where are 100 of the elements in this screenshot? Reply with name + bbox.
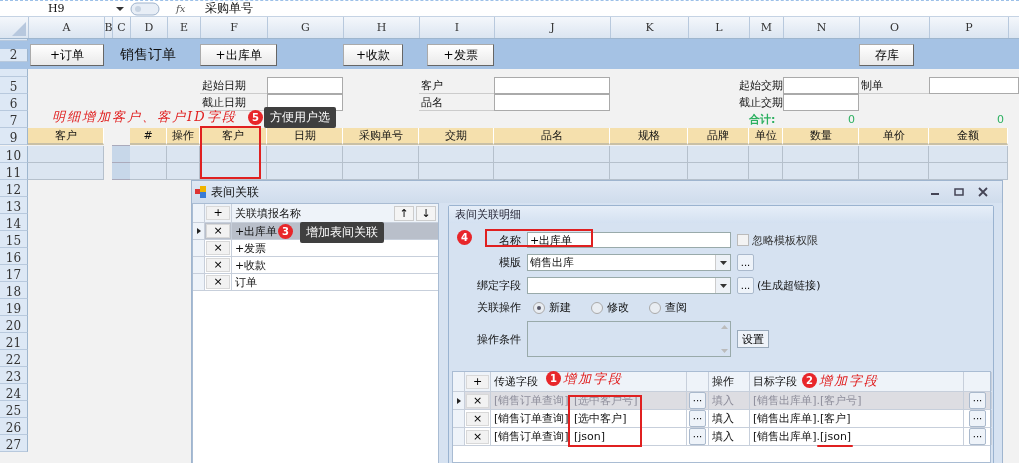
add-button[interactable]: + xyxy=(206,206,230,220)
row-number[interactable]: 7 xyxy=(0,111,28,128)
toolbar-button[interactable]: +出库单 xyxy=(200,44,277,66)
row-number[interactable]: 27 xyxy=(0,435,28,452)
field-label: 操作条件 xyxy=(477,331,521,347)
browse-button[interactable]: ··· xyxy=(689,428,706,445)
column-header[interactable]: K xyxy=(610,17,688,38)
list-item[interactable]: × +收款 xyxy=(193,257,438,274)
row-number[interactable]: 19 xyxy=(0,299,28,316)
toolbar-button[interactable]: +发票 xyxy=(427,44,494,66)
column-header[interactable]: G xyxy=(267,17,343,38)
row-number[interactable]: 22 xyxy=(0,350,28,367)
slider-knob-icon[interactable] xyxy=(130,1,160,16)
row-number[interactable]: 11 xyxy=(0,163,28,180)
field-row[interactable]: × [销售订单查询] [选中客户] ··· 填入 [销售出库单].[客户] ··· xyxy=(453,410,990,428)
row-number[interactable]: 9 xyxy=(0,128,28,145)
radio-option[interactable]: 查阅 xyxy=(649,300,687,315)
column-header[interactable]: H xyxy=(343,17,419,38)
move-up-button[interactable]: ↑ xyxy=(394,205,414,221)
formula-field[interactable]: 采购单号 xyxy=(191,0,254,17)
column-header[interactable]: A xyxy=(28,17,104,38)
row-number[interactable]: 23 xyxy=(0,367,28,384)
row-number[interactable]: 15 xyxy=(0,231,28,248)
column-heading: 交期 xyxy=(419,128,494,145)
template-dropdown[interactable]: 销售出库 xyxy=(527,254,731,271)
row-number[interactable]: 5 xyxy=(0,77,28,94)
table-cell: 填入 xyxy=(709,410,750,427)
browse-button[interactable]: ... xyxy=(737,277,754,294)
column-header[interactable]: L xyxy=(688,17,749,38)
row-number[interactable]: 20 xyxy=(0,316,28,333)
move-down-button[interactable]: ↓ xyxy=(416,205,436,221)
toolbar-button[interactable]: +收款 xyxy=(343,44,403,66)
column-header[interactable]: I xyxy=(419,17,494,38)
toolbar-button[interactable]: 存库 xyxy=(859,44,914,66)
browse-button[interactable]: ··· xyxy=(689,410,706,427)
delete-button[interactable]: × xyxy=(206,241,230,255)
row-number[interactable]: 14 xyxy=(0,214,28,231)
filter-field[interactable] xyxy=(783,77,859,94)
browse-button[interactable]: ··· xyxy=(969,428,986,445)
filter-field[interactable] xyxy=(494,77,610,94)
row-number[interactable]: 25 xyxy=(0,401,28,418)
filter-field[interactable] xyxy=(267,77,343,94)
row-number[interactable]: 16 xyxy=(0,248,28,265)
permission-checkbox[interactable]: 忽略模板权限 xyxy=(737,232,993,248)
caret-icon[interactable] xyxy=(719,283,727,288)
bind-field-dropdown[interactable] xyxy=(527,277,731,294)
column-header[interactable]: O xyxy=(859,17,929,38)
column-header[interactable]: M xyxy=(749,17,783,38)
delete-button[interactable]: × xyxy=(206,258,230,272)
radio-option[interactable]: 修改 xyxy=(591,300,629,315)
delete-button[interactable]: × xyxy=(466,411,489,426)
delete-button[interactable]: × xyxy=(206,275,230,289)
row-number[interactable]: 2 xyxy=(0,48,28,62)
filter-field[interactable] xyxy=(929,77,1019,94)
column-header[interactable]: J xyxy=(494,17,610,38)
dropdown-icon[interactable] xyxy=(116,5,124,12)
row-number[interactable]: 24 xyxy=(0,384,28,401)
caret-icon[interactable] xyxy=(719,260,727,265)
name-field[interactable]: +出库单 xyxy=(527,232,731,248)
restore-icon[interactable] xyxy=(954,187,964,197)
row-number[interactable]: 6 xyxy=(0,94,28,111)
toolbar-button[interactable]: +订单 xyxy=(30,44,104,66)
window-icon xyxy=(195,186,207,198)
row-number[interactable]: 13 xyxy=(0,197,28,214)
row-number[interactable]: 17 xyxy=(0,265,28,282)
column-header[interactable]: C xyxy=(112,17,130,38)
list-item[interactable]: × 订单 xyxy=(193,274,438,291)
browse-button[interactable]: ... xyxy=(737,254,754,271)
table-cell xyxy=(130,163,167,180)
browse-button[interactable]: ··· xyxy=(969,410,986,427)
radio-option[interactable]: 新建 xyxy=(533,300,571,315)
sheet-title: 销售订单 xyxy=(119,46,177,64)
scroll-up-icon[interactable] xyxy=(720,325,728,329)
settings-button[interactable]: 设置 xyxy=(737,330,769,348)
condition-field[interactable] xyxy=(527,321,731,357)
column-header[interactable]: B xyxy=(104,17,112,38)
filter-field[interactable] xyxy=(494,94,610,111)
column-header[interactable]: E xyxy=(167,17,200,38)
row-number[interactable]: 26 xyxy=(0,418,28,435)
row-number[interactable]: 21 xyxy=(0,333,28,350)
scroll-down-icon[interactable] xyxy=(720,349,728,353)
field-row[interactable]: × [销售订单查询] [json] ··· 填入 [销售出库单].[json] ··· xyxy=(453,428,990,446)
filter-field[interactable] xyxy=(783,94,859,111)
column-header[interactable]: F xyxy=(200,17,267,38)
row-number[interactable]: 18 xyxy=(0,282,28,299)
row-number[interactable]: 10 xyxy=(0,146,28,163)
total-value: 0 xyxy=(847,112,856,128)
column-heading: 金额 xyxy=(929,128,1008,145)
delete-button[interactable]: × xyxy=(206,224,230,238)
column-header[interactable]: P xyxy=(929,17,1008,38)
cell-reference-field[interactable]: H9 xyxy=(0,2,110,15)
add-button[interactable]: + xyxy=(466,374,489,389)
row-header[interactable] xyxy=(0,69,28,77)
select-all-icon[interactable] xyxy=(12,22,26,36)
function-label[interactable]: fx xyxy=(176,3,186,14)
row-number[interactable]: 12 xyxy=(0,180,28,197)
column-header[interactable]: N xyxy=(783,17,859,38)
close-icon[interactable] xyxy=(978,187,988,197)
delete-button[interactable]: × xyxy=(466,429,489,444)
column-header[interactable]: D xyxy=(130,17,167,38)
